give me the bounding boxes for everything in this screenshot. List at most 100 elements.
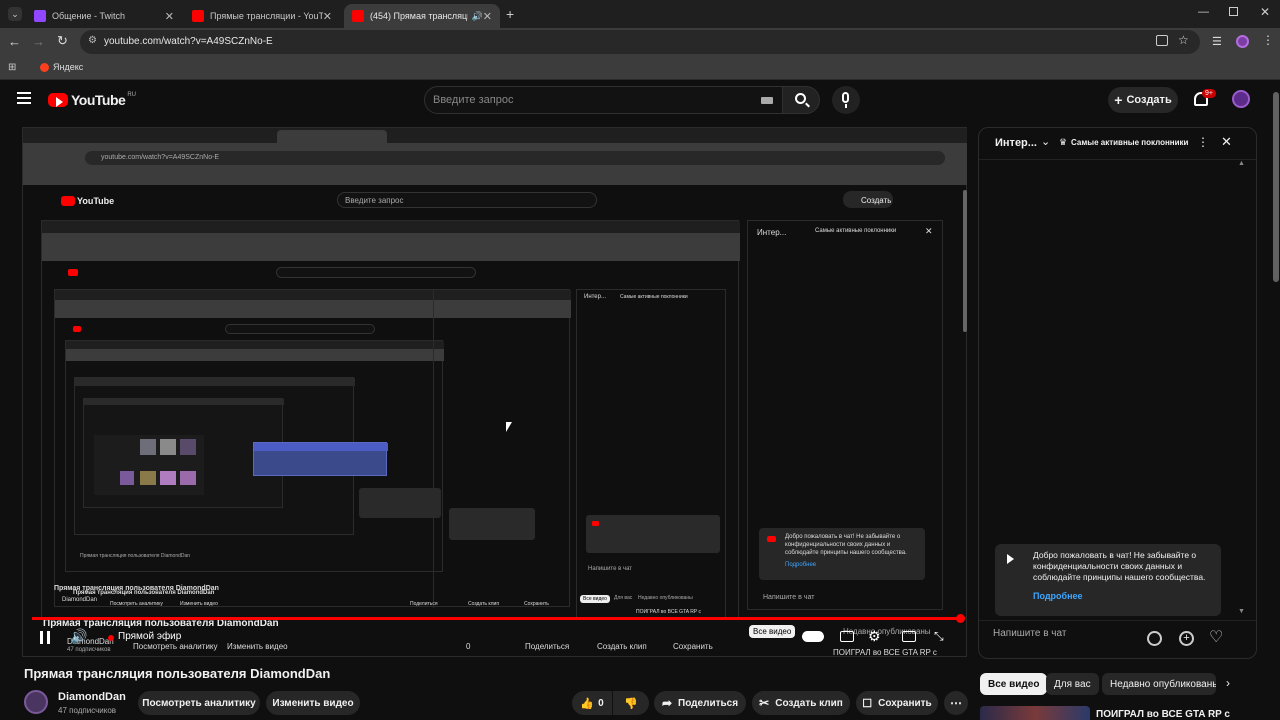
close-window-icon[interactable]: ✕ bbox=[1260, 5, 1270, 19]
minimize-icon[interactable]: — bbox=[1198, 6, 1209, 18]
close-tab-icon[interactable]: ✕ bbox=[323, 10, 332, 23]
youtube-favicon-icon bbox=[352, 10, 364, 22]
learn-more-link[interactable]: Подробнее bbox=[1033, 591, 1083, 601]
nested-analytics: Посмотреть аналитику bbox=[110, 601, 163, 607]
scrollbar-thumb[interactable] bbox=[1273, 92, 1279, 282]
media-controls-icon[interactable]: ☰ bbox=[1212, 35, 1222, 48]
captured-likes: 0 bbox=[466, 642, 471, 651]
youtube-play-icon bbox=[48, 93, 68, 107]
nested-chat-tab: Интер... bbox=[584, 294, 606, 300]
save-button[interactable]: ☐ Сохранить bbox=[856, 691, 938, 715]
voice-search-button[interactable] bbox=[832, 86, 860, 114]
settings-gear-icon[interactable]: ⚙ bbox=[868, 628, 881, 645]
channel-name[interactable]: DiamondDan bbox=[58, 691, 126, 703]
nested-rec: ПОИГРАЛ во ВСЕ GTA RP с bbox=[636, 609, 701, 615]
more-actions-button[interactable]: ⋯ bbox=[944, 691, 968, 715]
channel-avatar[interactable] bbox=[24, 690, 48, 714]
forward-icon[interactable]: → bbox=[32, 34, 45, 49]
captured-save: Сохранить bbox=[673, 642, 713, 651]
bookmarks-bar: ⊞ Яндекс bbox=[0, 56, 1280, 80]
bookmark-yandex[interactable]: Яндекс bbox=[53, 62, 83, 72]
progress-scrubber[interactable] bbox=[956, 614, 965, 623]
subtitles-icon[interactable] bbox=[840, 631, 854, 642]
account-avatar[interactable] bbox=[1232, 90, 1250, 108]
captured-chat-input: Напишите в чат bbox=[763, 594, 815, 601]
chip-recent[interactable]: Недавно опубликованы bbox=[1102, 673, 1216, 695]
recommendation-thumbnail[interactable] bbox=[980, 706, 1090, 720]
volume-icon[interactable]: 🔊 bbox=[70, 628, 87, 645]
reload-icon[interactable]: ↻ bbox=[57, 33, 68, 49]
pause-button[interactable] bbox=[40, 631, 50, 644]
new-tab-icon[interactable]: + bbox=[506, 6, 514, 22]
live-badge-dot bbox=[108, 635, 114, 641]
install-app-icon[interactable] bbox=[1156, 35, 1168, 46]
heart-icon[interactable]: ♡ bbox=[1209, 627, 1223, 647]
captured-edit: Изменить видео bbox=[227, 642, 288, 651]
share-button[interactable]: ➦ Поделиться bbox=[654, 691, 746, 715]
create-button[interactable]: + Создать bbox=[1108, 87, 1178, 113]
chip-label: Недавно опубликованы bbox=[1110, 678, 1216, 690]
video-player[interactable]: youtube.com/watch?v=A49SCZnNo-E YouTube … bbox=[22, 127, 967, 657]
dislike-button[interactable]: 👎 bbox=[613, 691, 649, 715]
profile-avatar-icon[interactable] bbox=[1236, 35, 1249, 48]
tab-list-chevron-icon[interactable]: ⌄ bbox=[8, 7, 22, 21]
page-scrollbar[interactable] bbox=[1272, 80, 1280, 720]
browser-tab-twitch[interactable]: Общение - Twitch ✕ bbox=[26, 4, 182, 28]
audio-icon[interactable]: 🔊 bbox=[472, 11, 483, 22]
tab-title: Общение - Twitch bbox=[52, 11, 125, 21]
crown-icon: ♛ bbox=[1059, 137, 1068, 147]
close-chat-icon[interactable]: ✕ bbox=[1221, 134, 1232, 150]
hamburger-menu-icon[interactable] bbox=[17, 92, 31, 104]
chip-for-you[interactable]: Для вас bbox=[1046, 673, 1099, 695]
apps-grid-icon[interactable]: ⊞ bbox=[8, 62, 16, 73]
chat-more-icon[interactable]: ⋮ bbox=[1197, 135, 1209, 149]
captured-screen-level-4: Прямая трансляция пользователя DiamondDa… bbox=[65, 340, 444, 572]
browser-menu-icon[interactable]: ⋮ bbox=[1262, 33, 1274, 47]
recommendation-title[interactable]: ПОИГРАЛ во ВСЕ GTA RP с bbox=[1096, 709, 1230, 720]
autoplay-toggle[interactable] bbox=[802, 631, 824, 642]
like-count: 0 bbox=[598, 697, 604, 709]
add-icon[interactable]: + bbox=[1179, 631, 1194, 646]
keyboard-icon[interactable] bbox=[761, 97, 773, 104]
progress-bar[interactable] bbox=[32, 617, 962, 620]
clip-button[interactable]: ✂ Создать клип bbox=[752, 691, 850, 715]
back-icon[interactable]: ← bbox=[8, 34, 21, 49]
chat-input[interactable]: Напишите в чат bbox=[993, 628, 1153, 650]
youtube-logo[interactable]: YouTube RU bbox=[48, 92, 136, 108]
chat-mode-dropdown[interactable]: Интер... bbox=[995, 137, 1037, 149]
nested-clip: Создать клип bbox=[468, 601, 500, 607]
chevron-right-icon[interactable]: › bbox=[1226, 676, 1230, 690]
chat-scroll-up-icon[interactable]: ▲ bbox=[1238, 160, 1245, 167]
close-tab-icon[interactable]: ✕ bbox=[483, 10, 492, 23]
browser-tab-current[interactable]: (454) Прямая трансляция п 🔊 ✕ bbox=[344, 4, 500, 28]
analytics-button[interactable]: Посмотреть аналитику bbox=[138, 691, 260, 715]
miniplayer-icon[interactable] bbox=[902, 631, 916, 642]
yandex-icon bbox=[40, 63, 49, 72]
nested-edit: Изменить видео bbox=[180, 601, 218, 607]
bookmark-star-icon[interactable]: ☆ bbox=[1178, 33, 1189, 47]
region-code: RU bbox=[127, 92, 136, 98]
close-tab-icon[interactable]: ✕ bbox=[165, 10, 174, 23]
chip-all-videos[interactable]: Все видео bbox=[980, 673, 1048, 695]
save-playlist-icon: ☐ bbox=[862, 697, 873, 710]
site-info-icon[interactable]: ⚙ bbox=[88, 35, 97, 46]
chevron-down-icon[interactable]: ⌄ bbox=[1041, 135, 1050, 148]
nested-logo: YouTube bbox=[77, 196, 115, 206]
like-button[interactable]: 👍 0 bbox=[572, 691, 612, 715]
live-label[interactable]: Прямой эфир bbox=[118, 631, 181, 642]
chat-scroll-down-icon[interactable]: ▼ bbox=[1238, 608, 1245, 615]
search-input[interactable]: Введите запрос bbox=[424, 86, 784, 114]
nested-welcome bbox=[586, 515, 720, 553]
fullscreen-icon[interactable]: ⤡ bbox=[934, 629, 944, 644]
maximize-icon[interactable] bbox=[1229, 7, 1238, 16]
nested-chat-input: Напишите в чат bbox=[588, 566, 633, 572]
browser-tab-youtube-live[interactable]: Прямые трансляции - YouTube ✕ bbox=[184, 4, 340, 28]
emoji-icon[interactable] bbox=[1147, 631, 1162, 646]
address-bar[interactable]: ⚙ youtube.com/watch?v=A49SCZnNo-E ☆ bbox=[80, 30, 1200, 54]
chat-welcome-message: Добро пожаловать в чат! Не забывайте о к… bbox=[995, 544, 1221, 616]
search-button[interactable] bbox=[782, 86, 820, 114]
top-fans-label[interactable]: Самые активные поклонники bbox=[1071, 138, 1188, 147]
edit-video-button[interactable]: Изменить видео bbox=[266, 691, 360, 715]
nested-chip-all: Все видео bbox=[580, 595, 610, 603]
thumbs-up-icon: 👍 bbox=[580, 697, 595, 710]
